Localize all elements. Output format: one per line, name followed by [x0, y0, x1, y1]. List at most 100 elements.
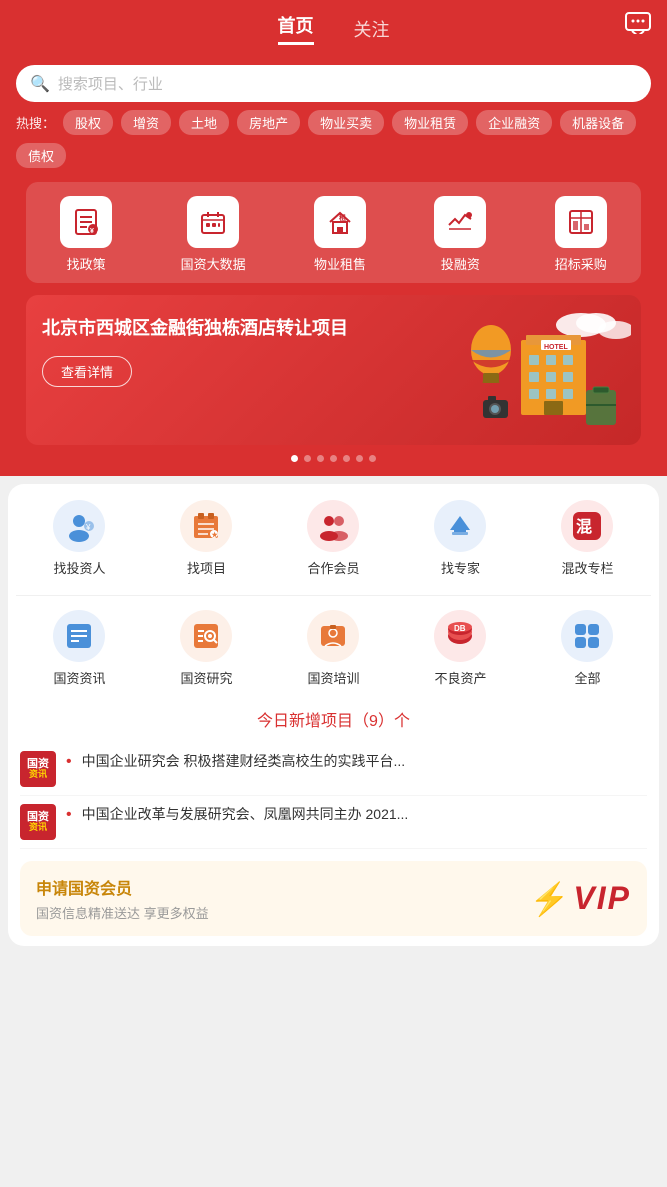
menu-item-invest[interactable]: 投融资: [434, 196, 486, 273]
today-new-projects: 今日新增项目（9）个: [16, 699, 651, 743]
hot-tag-debt[interactable]: 债权: [16, 143, 66, 168]
banner-detail-button[interactable]: 查看详情: [42, 356, 132, 387]
guozi-research-icon: [180, 610, 232, 662]
menu-all[interactable]: 全部: [530, 610, 644, 687]
dot-5: [343, 455, 350, 462]
invest-icon-box: [434, 196, 486, 248]
investor-label: 找投资人: [53, 558, 105, 577]
all-icon: [561, 610, 613, 662]
hot-tag-property-trade[interactable]: 物业买卖: [308, 110, 384, 135]
third-icon-grid: 国资资讯 国资研究: [16, 606, 651, 699]
hot-tag-zengzi[interactable]: 增资: [121, 110, 171, 135]
member-label: 合作会员: [307, 558, 359, 577]
hot-search: 热搜： 股权 增资 土地 房地产 物业买卖 物业租赁 企业融资 机器设备 债权: [16, 110, 651, 182]
hot-tag-property-rent[interactable]: 物业租赁: [392, 110, 468, 135]
property-icon-box: 租: [314, 196, 366, 248]
dot-3: [317, 455, 324, 462]
news-badge-bottom-2: 资讯: [29, 823, 47, 833]
policy-icon-box: ¥: [60, 196, 112, 248]
news-text-2: 中国企业改革与发展研究会、凤凰网共同主办 2021...: [82, 804, 647, 825]
expert-label: 找专家: [441, 558, 480, 577]
bad-assets-label: 不良资产: [434, 668, 486, 687]
svg-text:混: 混: [576, 518, 592, 536]
vip-subtitle: 国资信息精准送达 享更多权益: [36, 903, 209, 922]
banner-section: 北京市西城区金融街独栋酒店转让项目 查看详情: [16, 283, 651, 476]
menu-project[interactable]: ★ 找项目: [149, 500, 263, 577]
menu-investor[interactable]: ¥ 找投资人: [22, 500, 136, 577]
vip-banner[interactable]: 申请国资会员 国资信息精准送达 享更多权益 ⚡ VIP: [20, 861, 647, 936]
app-container: 首页 关注 🔍 搜索项目、行业 热搜： 股权 增资 土地 房地产: [0, 0, 667, 1187]
message-icon[interactable]: [625, 12, 651, 40]
bigdata-icon-box: [187, 196, 239, 248]
header: 首页 关注 🔍 搜索项目、行业 热搜： 股权 增资 土地 房地产: [0, 0, 667, 476]
menu-guozi-research[interactable]: 国资研究: [149, 610, 263, 687]
menu-item-tender[interactable]: 招标采购: [555, 196, 607, 273]
banner: 北京市西城区金融街独栋酒店转让项目 查看详情: [26, 295, 641, 445]
menu-item-policy[interactable]: ¥ 找政策: [60, 196, 112, 273]
all-label: 全部: [574, 668, 600, 687]
search-placeholder: 搜索项目、行业: [58, 73, 163, 94]
hot-tag-enterprise[interactable]: 企业融资: [476, 110, 552, 135]
project-label: 找项目: [187, 558, 226, 577]
hot-tag-machine[interactable]: 机器设备: [560, 110, 636, 135]
member-icon: [307, 500, 359, 552]
dot-4: [330, 455, 337, 462]
search-icon: 🔍: [30, 74, 50, 94]
expert-icon: [434, 500, 486, 552]
white-card-section: ¥ 找投资人 ★: [8, 484, 659, 946]
menu-member[interactable]: 合作会员: [276, 500, 390, 577]
divider-1: [16, 595, 651, 596]
news-badge-bottom-1: 资讯: [29, 770, 47, 780]
svg-text:HOTEL: HOTEL: [544, 344, 568, 351]
menu-expert[interactable]: 找专家: [403, 500, 517, 577]
top-icon-menu-section: ¥ 找政策: [16, 182, 651, 283]
svg-text:DB: DB: [454, 624, 466, 633]
tab-home[interactable]: 首页: [278, 12, 314, 45]
mixed-reform-icon: 混: [561, 500, 613, 552]
dot-1: [291, 455, 298, 462]
hot-tag-equity[interactable]: 股权: [63, 110, 113, 135]
news-item-2[interactable]: 国资 资讯 • 中国企业改革与发展研究会、凤凰网共同主办 2021...: [20, 796, 647, 849]
header-tabs: 首页 关注: [16, 12, 651, 55]
news-section: 国资 资讯 • 中国企业研究会 积极搭建财经类高校生的实践平台... 国资 资讯…: [16, 743, 651, 849]
svg-text:¥: ¥: [85, 523, 91, 532]
bigdata-label: 国资大数据: [181, 254, 246, 273]
guozi-news-icon: [53, 610, 105, 662]
property-label: 物业租售: [314, 254, 366, 273]
search-bar[interactable]: 🔍 搜索项目、行业: [16, 65, 651, 102]
mixed-reform-label: 混改专栏: [561, 558, 613, 577]
news-badge-2: 国资 资讯: [20, 804, 56, 840]
vip-title: 申请国资会员: [36, 875, 209, 899]
news-item-1[interactable]: 国资 资讯 • 中国企业研究会 积极搭建财经类高校生的实践平台...: [20, 743, 647, 796]
svg-text:★: ★: [212, 531, 219, 539]
hot-tag-realestate[interactable]: 房地产: [237, 110, 300, 135]
menu-guozi-training[interactable]: 国资培训: [276, 610, 390, 687]
banner-illustration: HOTEL: [431, 305, 631, 435]
guozi-research-label: 国资研究: [180, 668, 232, 687]
tab-follow[interactable]: 关注: [354, 16, 390, 42]
second-icon-grid: ¥ 找投资人 ★: [16, 500, 651, 585]
tender-label: 招标采购: [555, 254, 607, 273]
tender-icon-box: [555, 196, 607, 248]
svg-text:¥: ¥: [90, 228, 94, 235]
menu-bad-assets[interactable]: DB 不良资产: [403, 610, 517, 687]
news-text-1: 中国企业研究会 积极搭建财经类高校生的实践平台...: [82, 751, 647, 772]
project-icon: ★: [180, 500, 232, 552]
guozi-training-icon: [307, 610, 359, 662]
vip-right: ⚡ VIP: [530, 880, 631, 918]
dot-2: [304, 455, 311, 462]
menu-guozi-news[interactable]: 国资资讯: [22, 610, 136, 687]
vip-left: 申请国资会员 国资信息精准送达 享更多权益: [36, 875, 209, 922]
news-dot-2: •: [66, 806, 72, 824]
investor-icon: ¥: [53, 500, 105, 552]
hot-tag-land[interactable]: 土地: [179, 110, 229, 135]
menu-mixed-reform[interactable]: 混 混改专栏: [530, 500, 644, 577]
news-dot-1: •: [66, 753, 72, 771]
menu-item-property[interactable]: 租 物业租售: [314, 196, 366, 273]
invest-label: 投融资: [441, 254, 480, 273]
menu-item-bigdata[interactable]: 国资大数据: [181, 196, 246, 273]
policy-label: 找政策: [67, 254, 106, 273]
guozi-training-label: 国资培训: [307, 668, 359, 687]
dot-7: [369, 455, 376, 462]
banner-dots: [26, 445, 641, 476]
